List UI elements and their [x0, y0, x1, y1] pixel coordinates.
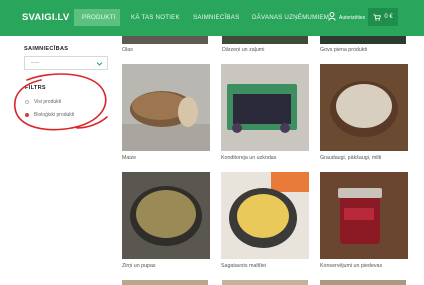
nav-item-how-it-works[interactable]: KĀ TAS NOTIEK	[131, 14, 180, 21]
user-icon[interactable]	[328, 12, 336, 21]
category-label-vegetables[interactable]: Dārzeņi un zaļumi	[222, 47, 264, 53]
sidebar-farms-title: SAIMNIECĪBAS	[24, 46, 69, 52]
product-image-preserves	[320, 172, 408, 259]
nav-item-corporate-gifts[interactable]: DĀVANAS UZŅĒMUMIEM	[252, 14, 329, 21]
product-image-bread	[122, 64, 210, 151]
nav-item-products[interactable]: PRODUKTI	[82, 14, 116, 21]
logo[interactable]: SVAIGI.LV	[22, 12, 69, 23]
category-label-peas[interactable]: Zirņi un pupas	[122, 263, 156, 269]
category-card-grains[interactable]: Graudaugi, pākšaugi, milti	[320, 64, 408, 164]
annotation-circle	[14, 73, 108, 131]
farm-select-value: -----	[31, 60, 40, 66]
nav-item-farms[interactable]: SAIMNIECĪBAS	[193, 14, 239, 21]
chevron-down-icon	[96, 62, 103, 66]
product-image-meals	[221, 172, 309, 259]
login-link[interactable]: Autorizēties	[339, 15, 365, 21]
category-label-preserves[interactable]: Konservējumi un piedevas	[320, 263, 382, 269]
product-image-vegetables[interactable]	[222, 36, 308, 44]
cart-icon	[373, 13, 382, 21]
product-image-eggs[interactable]	[122, 36, 208, 44]
product-image-confectionery	[221, 64, 309, 151]
category-card-peas[interactable]: Zirņi un pupas	[122, 172, 210, 272]
category-card-bread[interactable]: Maize	[122, 64, 210, 164]
category-card-preserves[interactable]: Konservējumi un piedevas	[320, 172, 408, 272]
product-image-dairy[interactable]	[320, 36, 406, 44]
category-label-confectionery[interactable]: Konditoreja un uzkodas	[221, 155, 276, 161]
category-label-grains[interactable]: Graudaugi, pākšaugi, milti	[320, 155, 381, 161]
product-image-partial[interactable]	[122, 280, 208, 285]
product-image-partial[interactable]	[320, 280, 406, 285]
category-label-dairy[interactable]: Govs piena produkti	[320, 47, 367, 53]
category-label-eggs[interactable]: Olas	[122, 47, 133, 53]
category-label-bread[interactable]: Maize	[122, 155, 136, 161]
product-image-peas	[122, 172, 210, 259]
category-card-confectionery[interactable]: Konditoreja un uzkodas	[221, 64, 309, 164]
farm-select[interactable]: -----	[24, 56, 108, 70]
product-image-grains	[320, 64, 408, 151]
cart-button[interactable]: 0 €	[368, 8, 398, 26]
product-image-partial[interactable]	[222, 280, 308, 285]
category-label-meals[interactable]: Sagatavots maltītei	[221, 263, 266, 269]
category-card-meals[interactable]: Sagatavots maltītei	[221, 172, 309, 272]
cart-total: 0 €	[384, 14, 393, 20]
top-navigation: SVAIGI.LV PRODUKTI KĀ TAS NOTIEK SAIMNIE…	[0, 0, 424, 36]
